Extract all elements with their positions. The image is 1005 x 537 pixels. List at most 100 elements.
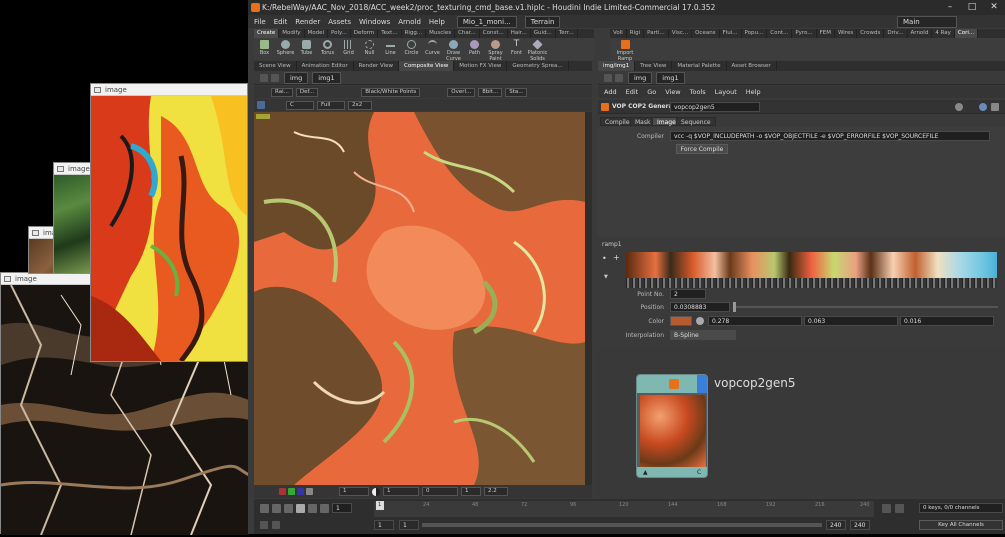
shelf-tab[interactable]: Char...	[455, 29, 480, 38]
tab-composite-view[interactable]: Composite View	[399, 61, 455, 71]
key-all-channels-button[interactable]: Key All Channels	[919, 520, 1003, 530]
ramp-add-icon[interactable]: +	[613, 253, 620, 262]
tool-import-ramp[interactable]: Import Ramp	[610, 38, 640, 62]
menu-edit[interactable]: Edit	[274, 18, 288, 26]
channel-red-icon[interactable]	[279, 488, 286, 495]
tab-tree-view[interactable]: Tree View	[635, 61, 673, 71]
shelf-tab[interactable]: Muscles	[426, 29, 456, 38]
desktop-select[interactable]: Mio_1_moni...	[456, 15, 517, 28]
shelf-tab[interactable]: Hair...	[508, 29, 531, 38]
shelf-tab[interactable]: Wires	[835, 29, 858, 38]
main-desktop-select[interactable]: Main	[897, 15, 957, 28]
node-name-field[interactable]: vopcop2gen5	[670, 102, 760, 112]
node-vopcop2gen5[interactable]: ▲ C	[636, 374, 708, 478]
shelf-tab[interactable]: FEM	[817, 29, 835, 38]
shelf-tab[interactable]: Model	[305, 29, 329, 38]
color-g-field[interactable]: 0.063	[804, 316, 898, 326]
play-reverse-icon[interactable]	[284, 504, 293, 513]
status-select[interactable]: Sta...	[505, 87, 528, 97]
minimize-icon[interactable]: –	[939, 0, 961, 15]
forward-arrow-icon[interactable]	[271, 73, 279, 82]
position-slider[interactable]	[733, 306, 998, 308]
interpolation-select[interactable]: B-Spline	[670, 330, 736, 340]
channel-blue-icon[interactable]	[297, 488, 304, 495]
force-compile-button[interactable]: Force Compile	[676, 144, 728, 154]
shelf-tab[interactable]: Voll	[610, 29, 627, 38]
end-range-field[interactable]: 240	[826, 520, 846, 530]
display-mode-select[interactable]: Def...	[295, 87, 319, 97]
ramp-remove-icon[interactable]: •	[602, 254, 607, 263]
view-mode-icon[interactable]	[257, 101, 265, 109]
channels-select[interactable]: Rai...	[271, 87, 293, 97]
lock-icon[interactable]	[895, 504, 904, 513]
tab-animation-editor[interactable]: Animation Editor	[297, 61, 354, 71]
offset-field[interactable]: 0	[422, 487, 458, 496]
shelf-tab[interactable]: Rigi	[627, 29, 645, 38]
compiler-command-field[interactable]: vcc -q $VOP_INCLUDEPATH -o $VOP_OBJECTFI…	[670, 131, 990, 141]
tool-platonic-solids[interactable]: Platonic Solids	[527, 38, 548, 62]
window-titlebar[interactable]: K:/RebelWay/AAC_Nov_2018/ACC_week2/proc_…	[248, 0, 1005, 15]
channel-alpha-icon[interactable]	[306, 488, 313, 495]
ramp-collapse-icon[interactable]: ▼	[604, 274, 608, 280]
tab-img-img1[interactable]: img/img1	[598, 61, 636, 71]
tool-box[interactable]: Box	[254, 38, 275, 60]
image-window-titlebar[interactable]: image	[54, 163, 92, 175]
end-frame-field[interactable]: 240	[850, 520, 870, 530]
key-icon[interactable]	[882, 504, 891, 513]
play-icon[interactable]	[308, 504, 317, 513]
tab-motion-fx-view[interactable]: Motion FX View	[454, 61, 508, 71]
node-header-bar[interactable]	[637, 375, 697, 393]
timeline-track[interactable]: 1 24 48 72 96 120 144 168 192 216 240	[374, 501, 874, 517]
jump-start-icon[interactable]	[260, 504, 269, 513]
menu-render[interactable]: Render	[295, 18, 320, 26]
shelf-tab[interactable]: Visc...	[669, 29, 693, 38]
position-field[interactable]: 0.0308883	[670, 302, 730, 312]
shelf-tab[interactable]: Arnold	[908, 29, 933, 38]
tool-sphere[interactable]: Sphere	[275, 38, 296, 60]
tool-curve[interactable]: Curve	[422, 38, 443, 60]
plane-select[interactable]: C	[286, 100, 314, 110]
shelf-tab[interactable]: Text...	[378, 29, 402, 38]
path-crumb-img[interactable]: img	[628, 71, 653, 84]
context-select[interactable]: Terrain	[524, 15, 561, 28]
menu-assets[interactable]: Assets	[328, 18, 351, 26]
shelf-tab[interactable]: Oceans	[692, 29, 720, 38]
color-picker-icon[interactable]	[696, 317, 704, 325]
gamma-field[interactable]: 2.2	[484, 487, 508, 496]
point-number-field[interactable]: 2	[670, 289, 706, 299]
path-crumb-img1[interactable]: img1	[656, 71, 685, 84]
shelf-tab[interactable]: Popu...	[742, 29, 768, 38]
overlay-select[interactable]: Overl...	[447, 87, 476, 97]
tab-sequence[interactable]: Sequence	[676, 117, 716, 126]
frame-field[interactable]: 1	[339, 487, 369, 496]
info-icon[interactable]	[991, 103, 999, 111]
tool-line[interactable]: Line	[380, 38, 401, 60]
exposure-field[interactable]: 1	[383, 487, 419, 496]
tool-circle[interactable]: Circle	[401, 38, 422, 60]
node-name-label[interactable]: vopcop2gen5	[714, 376, 796, 390]
net-menu-edit[interactable]: Edit	[626, 88, 639, 96]
composite-viewport[interactable]	[254, 112, 585, 485]
back-arrow-icon[interactable]	[604, 73, 612, 82]
tab-render-view[interactable]: Render View	[354, 61, 400, 71]
stop-icon[interactable]	[296, 504, 305, 513]
menu-arnold[interactable]: Arnold	[398, 18, 421, 26]
tool-grid[interactable]: Grid	[338, 38, 359, 60]
forward-arrow-icon[interactable]	[615, 73, 623, 82]
shelf-tab[interactable]: Rigg...	[402, 29, 427, 38]
bit-depth-select[interactable]: 8bit...	[478, 87, 503, 97]
tab-asset-browser[interactable]: Asset Browser	[727, 61, 777, 71]
tool-torus[interactable]: Torus	[317, 38, 338, 60]
start-range-field[interactable]: 1	[399, 520, 419, 530]
resolution-select[interactable]: Full	[317, 100, 345, 110]
start-frame-field[interactable]: 1	[374, 520, 394, 530]
shelf-tab[interactable]: Driv...	[884, 29, 908, 38]
maximize-icon[interactable]: □	[961, 0, 983, 15]
shelf-tab-create[interactable]: Create	[254, 29, 280, 38]
close-icon[interactable]: ✕	[983, 0, 1005, 15]
color-r-field[interactable]: 0.278	[708, 316, 802, 326]
tool-draw-curve[interactable]: Draw Curve	[443, 38, 464, 62]
image-window-titlebar[interactable]: image	[91, 84, 247, 96]
menu-help[interactable]: Help	[429, 18, 445, 26]
shelf-tab[interactable]: Const...	[480, 29, 508, 38]
